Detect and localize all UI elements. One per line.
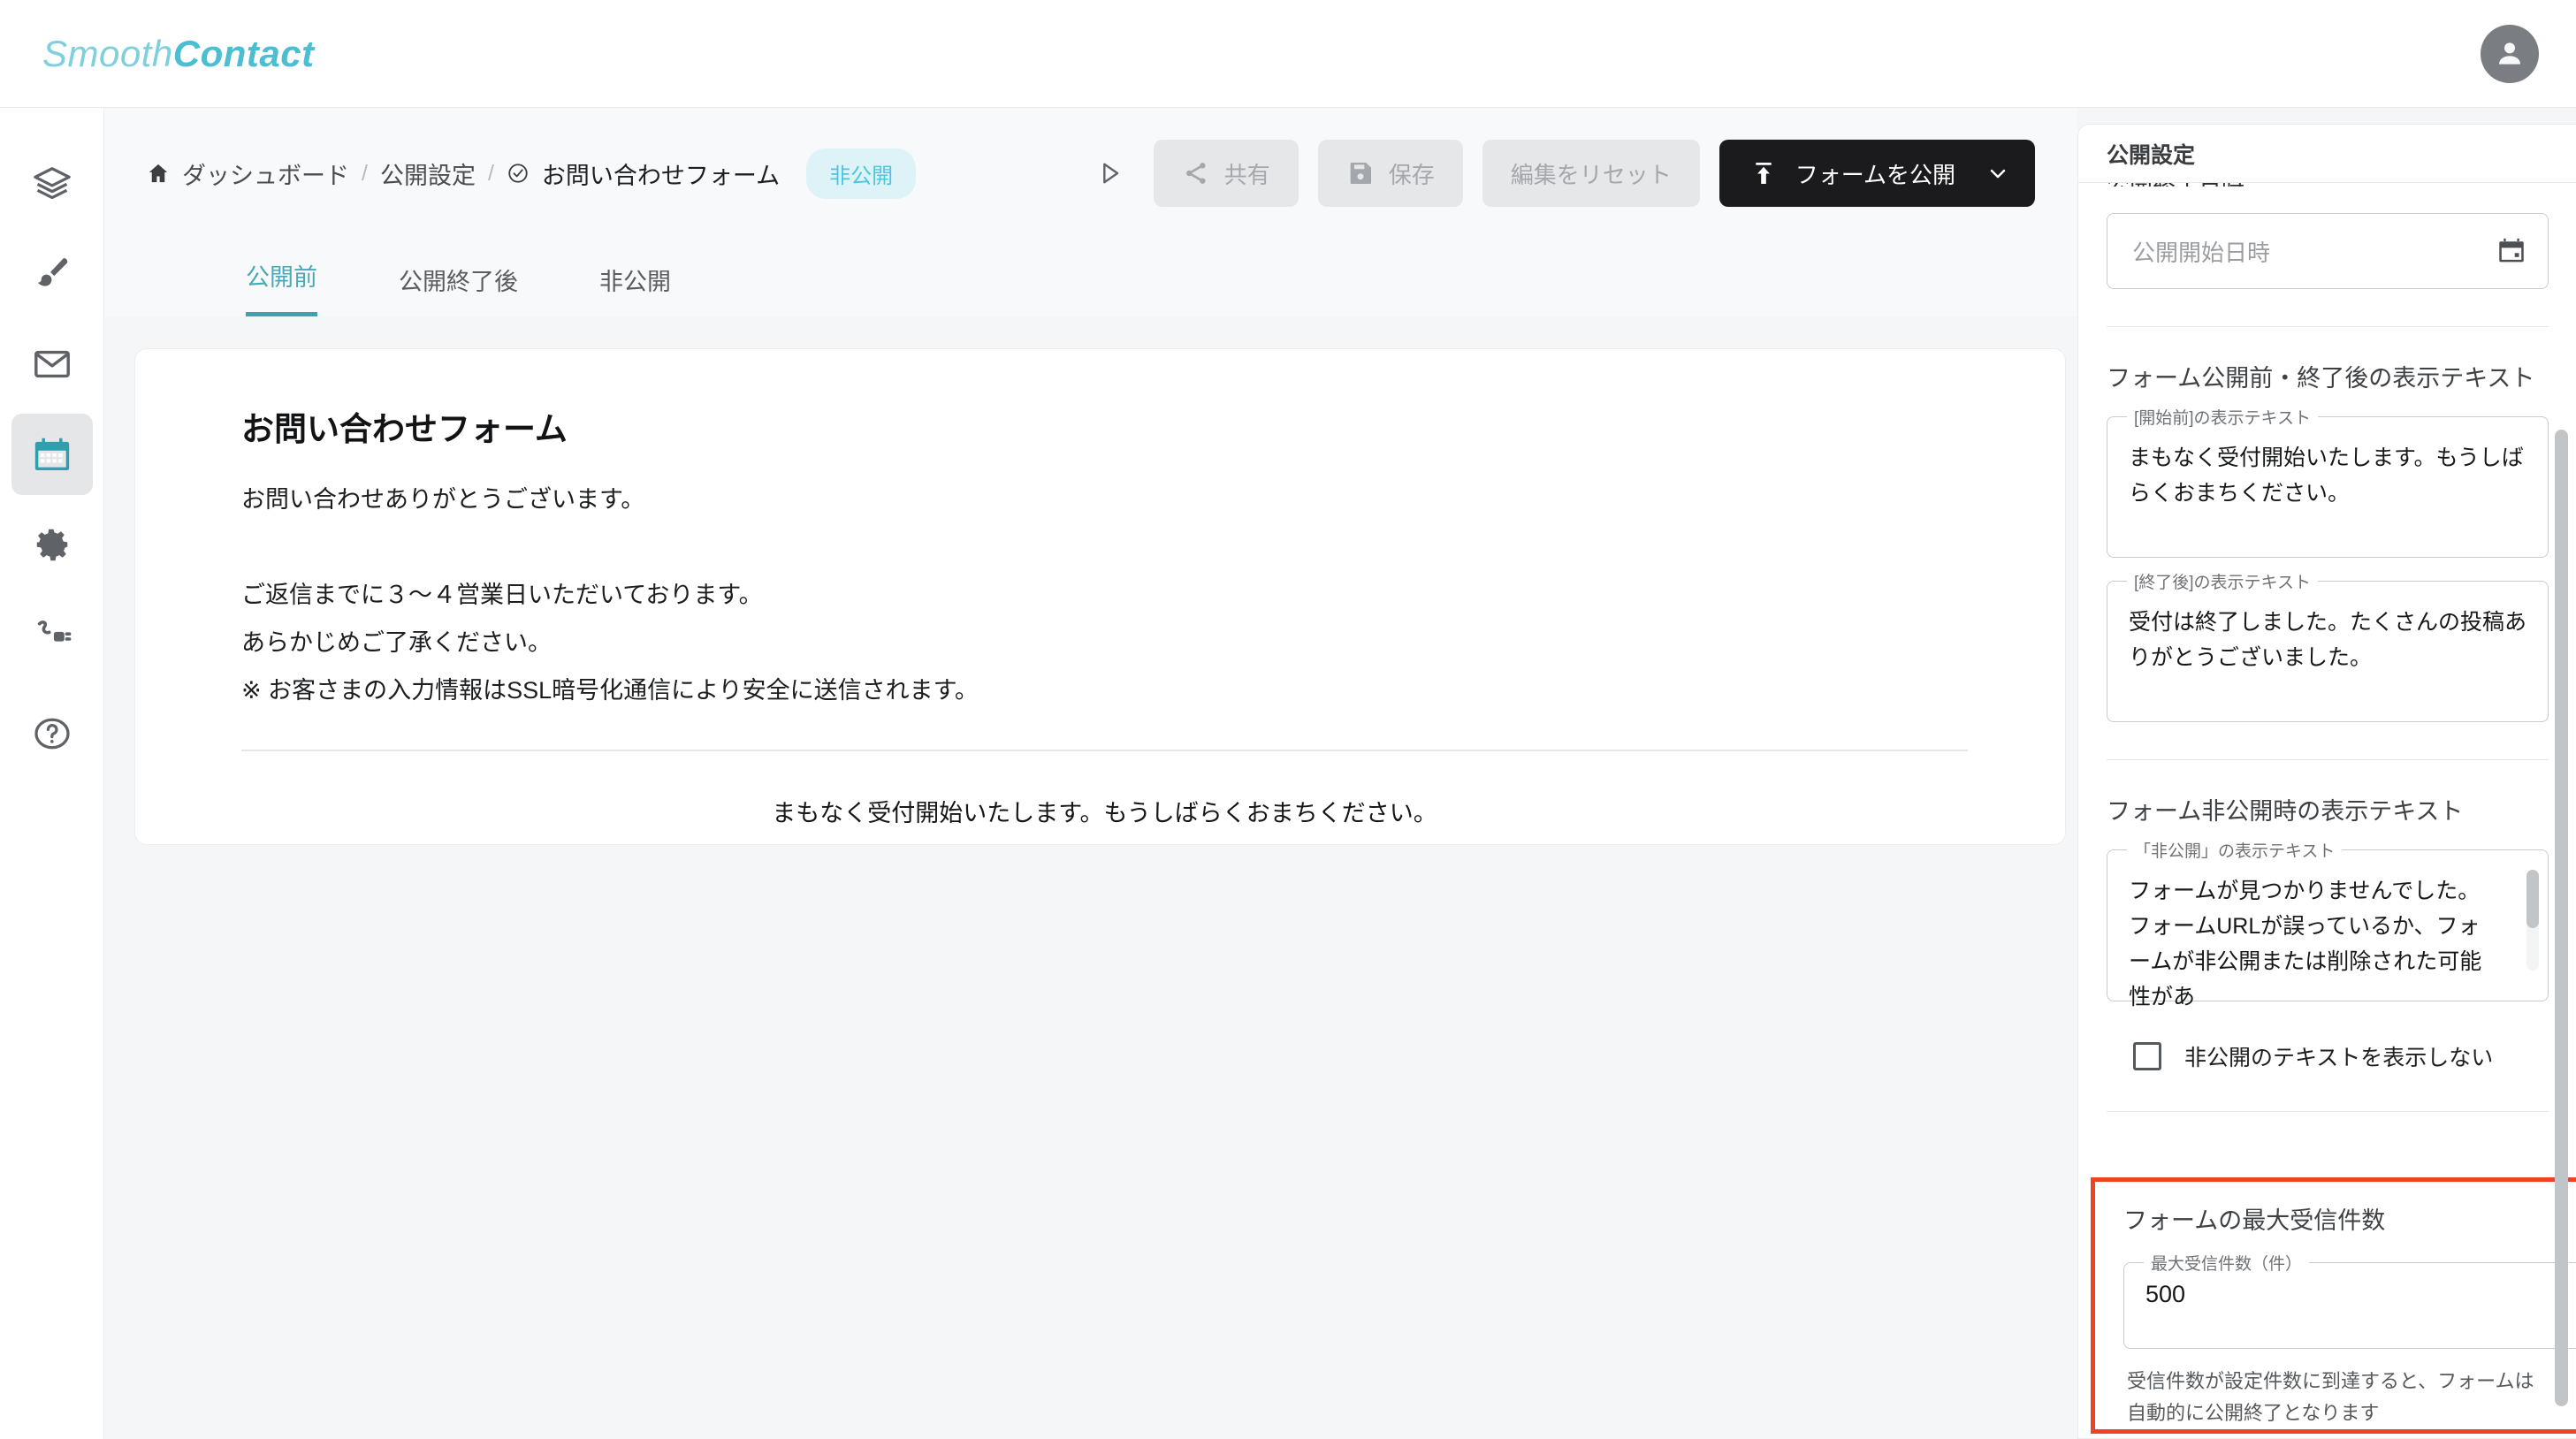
upload-icon [1755,163,1772,184]
textarea-scrollbar[interactable] [2526,870,2539,971]
private-text-legend: 「非公開」の表示テキスト [2127,838,2343,862]
display-text-section-title: フォーム公開前・終了後の表示テキスト [2107,365,2535,392]
breadcrumb: ダッシュボード / 公開設定 / お問い合わせフォーム 非公開 [147,148,917,199]
tab-bar: 公開前 公開終了後 非公開 [104,228,2077,316]
brush-icon [37,258,67,286]
share-button-label: 共有 [1223,161,1270,188]
calendar-icon [34,438,69,471]
form-title: お問い合わせフォーム [241,411,568,447]
private-text-value: フォームが見つかりませんでした。フォームURLが誤っているか、フォームが非公開ま… [2129,879,2482,1009]
after-end-value: 受付は終了しました。たくさんの投稿ありがとうございました。 [2129,610,2527,670]
max-receive-legend: 最大受信件数（件） [2144,1251,2310,1275]
panel-scrollbar[interactable] [2555,430,2568,1406]
save-button-label: 保存 [1388,161,1435,188]
tab-private[interactable]: 非公開 [599,263,671,316]
max-receive-input[interactable]: 最大受信件数（件） 500 [2123,1251,2576,1349]
panel-body: 公開終了日時 公開開始日時 フォーム公開 [2078,171,2576,1434]
max-receive-value: 500 [2145,1281,2186,1307]
check-circle-icon [507,162,530,185]
person-icon [2499,42,2520,65]
hide-private-text-row[interactable]: 非公開のテキストを表示しない [2133,1040,2576,1072]
breadcrumb-separator-1: / [362,160,368,186]
preview-divider [241,750,1968,752]
start-date-field: 公開開始日時 [2078,213,2576,289]
form-body-line-1: ご返信までに３〜４営業日いただいております。 [241,581,763,608]
status-badge: 非公開 [806,148,917,199]
form-body-line-2: あらかじめご了承ください。 [241,628,552,656]
max-receive-section-title: フォームの最大受信件数 [2123,1207,2386,1234]
sidebar-item-settings[interactable] [11,504,93,585]
home-icon[interactable] [147,162,170,185]
panel-header: 公開設定 [2078,125,2576,183]
header-strip: ダッシュボード / 公開設定 / お問い合わせフォーム 非公開 共有 保存 編集… [104,108,2077,239]
preview-button[interactable] [1085,148,1134,198]
save-icon [1350,163,1371,184]
mail-icon [34,350,70,378]
preview-status-message: まもなく受付開始いたします。もうしばらくおまちください。 [772,800,1437,827]
before-publish-textarea[interactable]: [開始前]の表示テキスト まもなく受付開始いたします。もうしばらくおまちください… [2107,405,2549,558]
layers-icon [33,167,71,200]
logo-primary: Smooth [42,32,173,74]
play-icon [1102,163,1118,184]
top-bar: SmoothContact [0,0,2576,108]
max-receive-helper-line-1: 受信件数が設定件数に到達すると、フォームは [2127,1370,2534,1392]
hide-private-text-checkbox[interactable] [2133,1042,2161,1070]
start-date-placeholder: 公開開始日時 [2132,239,2271,266]
share-button[interactable]: 共有 [1153,140,1299,207]
panel-title: 公開設定 [2107,142,2196,168]
calendar-icon[interactable] [2496,236,2526,266]
section-divider-2 [2107,759,2549,760]
logo-secondary: Contact [172,32,315,74]
publish-settings-panel: 公開設定 公開終了日時 公開開始日時 [2077,124,2576,1439]
start-date-input[interactable]: 公開開始日時 [2107,213,2549,289]
breadcrumb-settings[interactable]: 公開設定 [380,156,476,191]
sidebar-rail [0,108,104,1439]
private-text-textarea[interactable]: 「非公開」の表示テキスト フォームが見つかりませんでした。フォームURLが誤って… [2107,838,2549,1009]
reset-button[interactable]: 編集をリセット [1482,140,1700,207]
tab-before-publish[interactable]: 公開前 [246,258,317,316]
app-logo[interactable]: SmoothContact [42,33,315,75]
form-body-line-3: ※ お客さまの入力情報はSSL暗号化通信により安全に送信されます。 [241,676,979,704]
section-divider-3 [2107,1111,2549,1112]
sidebar-item-design[interactable] [11,233,93,315]
sidebar-item-mail[interactable] [11,324,93,405]
sidebar-item-integration[interactable] [11,594,93,675]
avatar[interactable] [2481,25,2539,83]
power-plug-icon [37,621,71,642]
breadcrumb-current: お問い合わせフォーム [541,162,781,189]
section-divider-1 [2107,326,2549,327]
max-receive-helper-line-2: 自動的に公開終了となります [2127,1402,2380,1425]
form-intro-line: お問い合わせありがとうございます。 [241,486,645,513]
sidebar-item-calendar[interactable] [11,414,93,495]
form-preview-card: お問い合わせフォーム お問い合わせありがとうございます。 ご返信までに３〜４営業… [134,348,2066,845]
app-root: SmoothContact ダッシュボード / 公開設定 / お問い合わせフォー… [0,0,2576,1439]
max-receive-highlight-box: フォームの最大受信件数 最大受信件数（件） 500 受信件数が設定件数に到達する… [2091,1177,2576,1434]
tab-after-publish-end[interactable]: 公開終了後 [399,263,518,316]
gear-icon [36,529,67,561]
toolbar: 共有 保存 編集をリセット フォームを公開 [1085,140,2035,207]
publish-button-label: フォームを公開 [1795,161,1955,188]
after-end-textarea[interactable]: [終了後]の表示テキスト 受付は終了しました。たくさんの投稿ありがとうございまし… [2107,569,2549,722]
breadcrumb-separator-2: / [487,160,494,186]
save-button[interactable]: 保存 [1317,140,1463,207]
hide-private-text-label: 非公開のテキストを表示しない [2184,1046,2494,1070]
chevron-down-icon [1985,161,2010,186]
private-text-section-title: フォーム非公開時の表示テキスト [2107,798,2464,825]
breadcrumb-dashboard[interactable]: ダッシュボード [182,156,349,191]
sidebar-item-help[interactable] [11,693,93,774]
before-publish-legend: [開始前]の表示テキスト [2127,405,2318,429]
sidebar-item-layers[interactable] [11,143,93,225]
help-circle-icon [34,718,70,750]
after-end-legend: [終了後]の表示テキスト [2127,569,2318,593]
publish-button[interactable]: フォームを公開 [1719,140,2035,207]
share-icon [1185,163,1206,184]
before-publish-value: まもなく受付開始いたします。もうしばらくおまちください。 [2129,445,2524,506]
reset-button-label: 編集をリセット [1510,161,1672,188]
